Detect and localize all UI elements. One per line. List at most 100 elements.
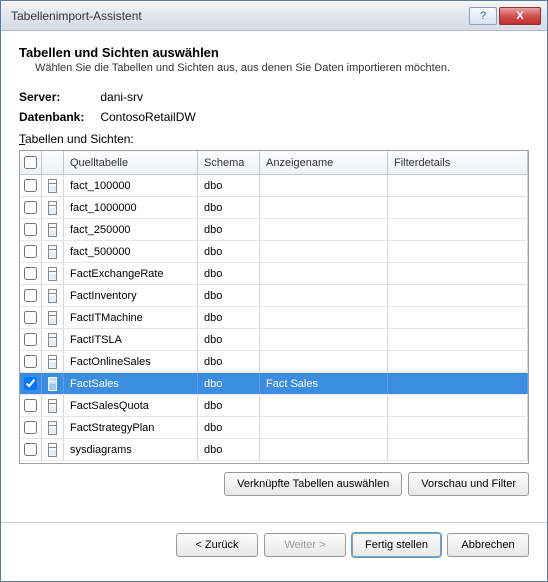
row-filter <box>388 329 528 350</box>
table-icon <box>48 377 57 391</box>
header-filter[interactable]: Filterdetails <box>388 151 528 174</box>
row-checkbox[interactable] <box>24 223 37 236</box>
row-checkbox-cell <box>20 307 42 328</box>
cancel-button[interactable]: Abbrechen <box>447 533 529 557</box>
row-checkbox[interactable] <box>24 311 37 324</box>
row-checkbox[interactable] <box>24 289 37 302</box>
row-schema: dbo <box>198 307 260 328</box>
row-schema: dbo <box>198 219 260 240</box>
row-source: fact_250000 <box>64 219 198 240</box>
row-source: fact_1000000 <box>64 197 198 218</box>
row-checkbox-cell <box>20 175 42 196</box>
row-friendly <box>260 285 388 306</box>
row-icon-cell <box>42 219 64 240</box>
row-checkbox[interactable] <box>24 355 37 368</box>
row-friendly <box>260 417 388 438</box>
title-bar: Tabellenimport-Assistent ? X <box>1 1 547 31</box>
table-row[interactable]: FactExchangeRatedbo <box>20 263 528 285</box>
row-checkbox-cell <box>20 197 42 218</box>
header-icon-cell <box>42 151 64 174</box>
row-icon-cell <box>42 175 64 196</box>
row-icon-cell <box>42 307 64 328</box>
table-icon <box>48 355 57 369</box>
header-source[interactable]: Quelltabelle <box>64 151 198 174</box>
help-button[interactable]: ? <box>469 7 497 25</box>
row-icon-cell <box>42 329 64 350</box>
row-checkbox[interactable] <box>24 245 37 258</box>
row-checkbox-cell <box>20 417 42 438</box>
row-checkbox-cell <box>20 373 42 394</box>
row-checkbox[interactable] <box>24 333 37 346</box>
row-source: sysdiagrams <box>64 439 198 460</box>
row-checkbox[interactable] <box>24 399 37 412</box>
row-checkbox-cell <box>20 351 42 372</box>
row-filter <box>388 373 528 394</box>
select-all-checkbox[interactable] <box>24 156 37 169</box>
row-source: FactITSLA <box>64 329 198 350</box>
row-schema: dbo <box>198 175 260 196</box>
row-friendly <box>260 329 388 350</box>
header-friendly[interactable]: Anzeigename <box>260 151 388 174</box>
next-button: Weiter > <box>264 533 346 557</box>
row-checkbox[interactable] <box>24 377 37 390</box>
row-schema: dbo <box>198 241 260 262</box>
row-friendly <box>260 395 388 416</box>
row-checkbox[interactable] <box>24 179 37 192</box>
table-icon <box>48 443 57 457</box>
row-friendly <box>260 241 388 262</box>
row-schema: dbo <box>198 373 260 394</box>
row-friendly <box>260 263 388 284</box>
row-source: FactSales <box>64 373 198 394</box>
grid-body[interactable]: fact_100000dbofact_1000000dbofact_250000… <box>20 175 528 464</box>
table-icon <box>48 289 57 303</box>
header-schema[interactable]: Schema <box>198 151 260 174</box>
row-filter <box>388 417 528 438</box>
table-row[interactable]: sysdiagramsdbo <box>20 439 528 461</box>
row-checkbox-cell <box>20 219 42 240</box>
preview-filter-button[interactable]: Vorschau und Filter <box>408 472 529 496</box>
close-button[interactable]: X <box>499 7 541 25</box>
row-source: FactITMachine <box>64 307 198 328</box>
wizard-button-row: < Zurück Weiter > Fertig stellen Abbrech… <box>1 522 547 557</box>
row-source: FactExchangeRate <box>64 263 198 284</box>
row-filter <box>388 241 528 262</box>
row-checkbox-cell <box>20 241 42 262</box>
finish-button[interactable]: Fertig stellen <box>352 533 441 557</box>
table-row[interactable]: fact_500000dbo <box>20 241 528 263</box>
page-heading: Tabellen und Sichten auswählen <box>19 45 529 60</box>
row-checkbox[interactable] <box>24 267 37 280</box>
row-schema: dbo <box>198 351 260 372</box>
table-row[interactable]: fact_100000dbo <box>20 175 528 197</box>
table-row[interactable]: FactSalesdboFact Sales <box>20 373 528 395</box>
row-checkbox[interactable] <box>24 421 37 434</box>
table-icon <box>48 399 57 413</box>
table-row[interactable]: FactITSLAdbo <box>20 329 528 351</box>
table-row[interactable]: fact_250000dbo <box>20 219 528 241</box>
table-row[interactable]: FactStrategyPlandbo <box>20 417 528 439</box>
table-row[interactable]: FactSalesQuotadbo <box>20 395 528 417</box>
database-label: Datenbank: <box>19 110 97 124</box>
row-checkbox[interactable] <box>24 201 37 214</box>
table-row[interactable]: FactITMachinedbo <box>20 307 528 329</box>
table-row[interactable]: fact_1000000dbo <box>20 197 528 219</box>
row-friendly <box>260 219 388 240</box>
back-button[interactable]: < Zurück <box>176 533 258 557</box>
row-friendly <box>260 439 388 460</box>
row-checkbox[interactable] <box>24 443 37 456</box>
row-icon-cell <box>42 263 64 284</box>
header-checkbox-cell <box>20 151 42 174</box>
row-checkbox-cell <box>20 439 42 460</box>
row-friendly: Fact Sales <box>260 373 388 394</box>
row-icon-cell <box>42 285 64 306</box>
table-row[interactable]: FactInventorydbo <box>20 285 528 307</box>
select-related-button[interactable]: Verknüpfte Tabellen auswählen <box>224 472 402 496</box>
row-filter <box>388 219 528 240</box>
row-schema: dbo <box>198 329 260 350</box>
dialog-content: Tabellen und Sichten auswählen Wählen Si… <box>1 31 547 506</box>
row-source: FactStrategyPlan <box>64 417 198 438</box>
row-friendly <box>260 351 388 372</box>
page-subheading: Wählen Sie die Tabellen und Sichten aus,… <box>19 62 529 74</box>
table-row[interactable]: FactOnlineSalesdbo <box>20 351 528 373</box>
row-filter <box>388 263 528 284</box>
row-filter <box>388 175 528 196</box>
